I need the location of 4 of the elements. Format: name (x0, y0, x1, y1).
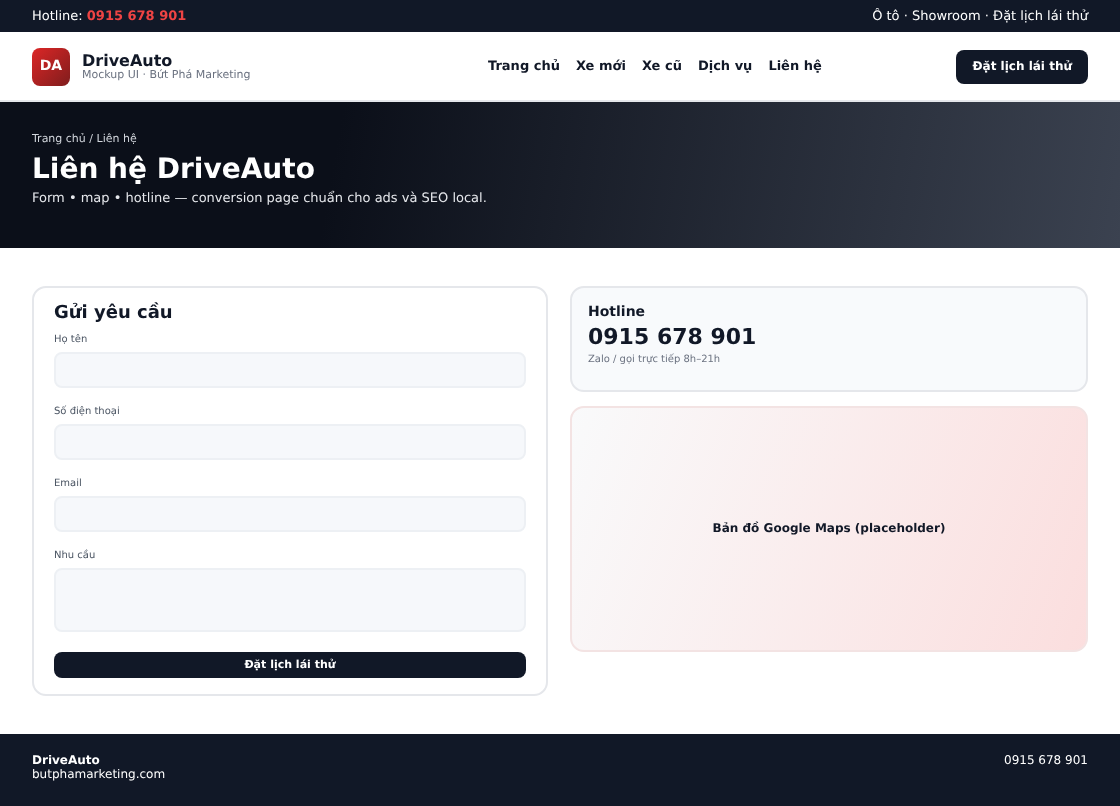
hotline-number: 0915 678 901 (588, 324, 759, 350)
form-title: Gửi yêu cầu (54, 304, 175, 324)
page-title: Liên hệ DriveAuto (32, 154, 317, 186)
brand-name: DriveAuto (82, 51, 175, 69)
